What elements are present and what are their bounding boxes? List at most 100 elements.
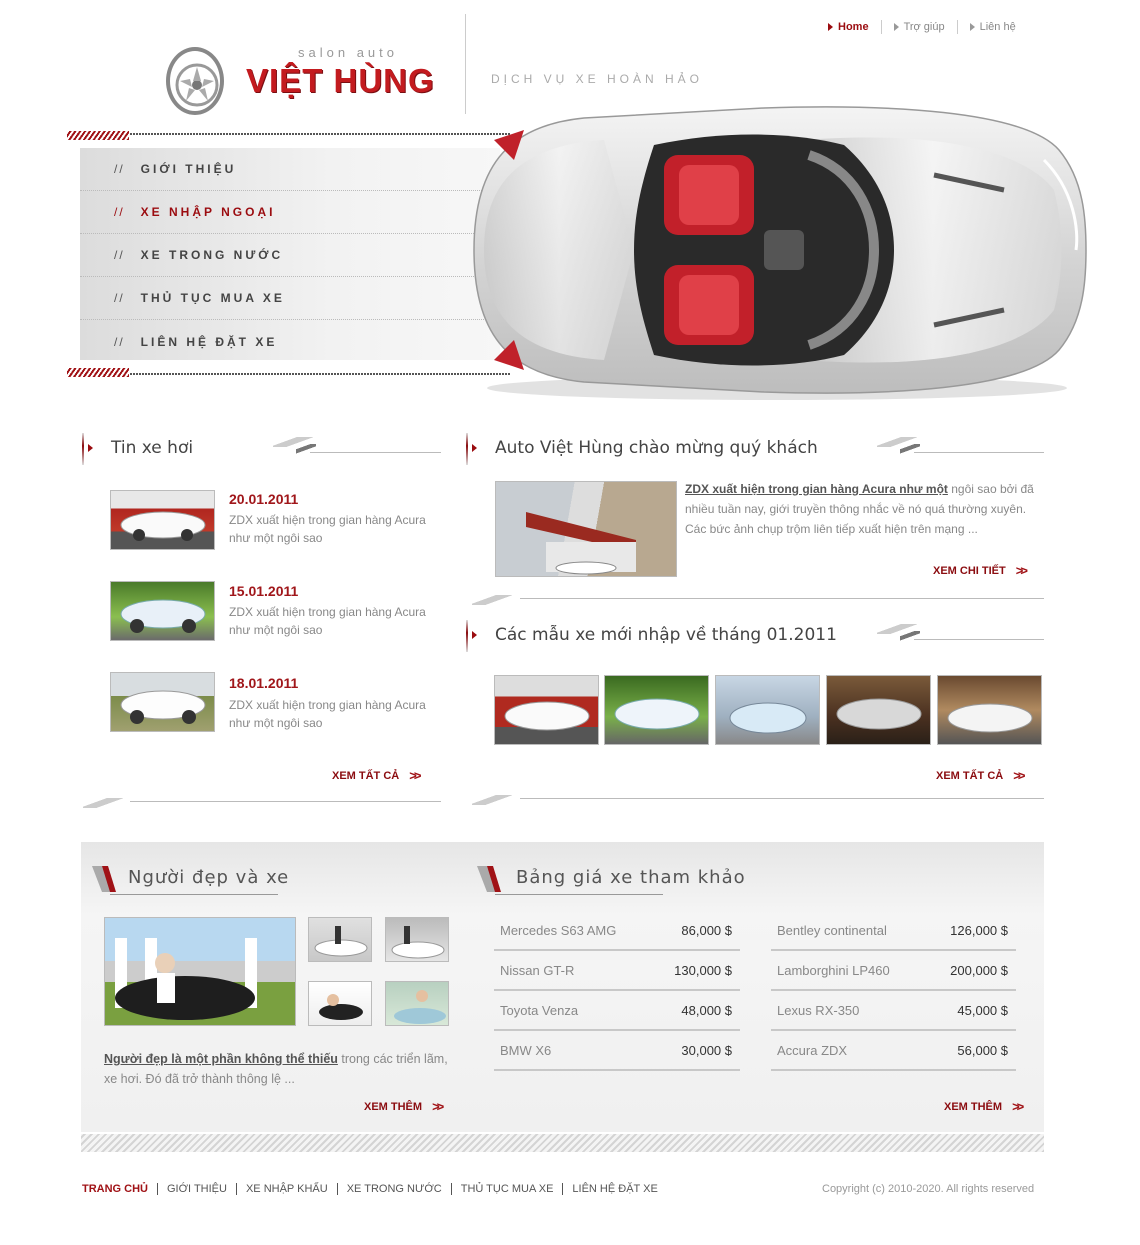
beauty-more-link[interactable]: XEM THÊM >>	[364, 1099, 444, 1114]
news-summary: ZDX xuất hiện trong gian hàng Acura như …	[229, 698, 426, 730]
footer-link-domestic[interactable]: XE TRONG NƯỚC	[336, 1183, 451, 1195]
beauty-thumbnail[interactable]	[308, 917, 372, 962]
price-row[interactable]: Nissan GT-R 130,000 $	[494, 951, 740, 991]
news-summary: ZDX xuất hiện trong gian hàng Acura như …	[229, 605, 426, 637]
footer-link-order[interactable]: LIÊN HỆ ĐẶT XE	[562, 1183, 666, 1195]
menu-item-domestic[interactable]: //XE TRONG NƯỚC	[80, 234, 500, 277]
header-divider	[465, 14, 466, 114]
footer-link-procedure[interactable]: THỦ TỤC MUA XE	[450, 1183, 563, 1195]
section-divider	[520, 798, 1044, 799]
footer-link-home[interactable]: TRANG CHỦ	[82, 1183, 157, 1195]
new-models-view-all-link[interactable]: XEM TẤT CẢ >>	[936, 768, 1025, 783]
double-chevron-icon: >>	[1013, 768, 1025, 783]
model-thumbnail[interactable]	[826, 675, 931, 745]
menu-divider-top	[130, 133, 510, 135]
section-divider	[83, 798, 123, 808]
section-divider	[520, 598, 1044, 599]
price-row[interactable]: Lexus RX-350 45,000 $	[771, 991, 1016, 1031]
news-date[interactable]: 18.01.2011	[229, 675, 298, 691]
arrow-right-icon	[893, 23, 899, 31]
price-table-left: Mercedes S63 AMG 86,000 $ Nissan GT-R 130,…	[494, 911, 740, 1071]
logo-subtitle: salon auto	[298, 45, 398, 60]
beauty-thumbnail[interactable]	[385, 981, 449, 1026]
beauty-text: Người đẹp là một phần không thể thiếu tr…	[104, 1052, 448, 1086]
title-rule	[310, 452, 441, 453]
price-row[interactable]: Accura ZDX 56,000 $	[771, 1031, 1016, 1071]
news-summary: ZDX xuất hiện trong gian hàng Acura như …	[229, 513, 426, 545]
beauty-article-link[interactable]: Người đẹp là một phần không thể thiếu	[104, 1052, 338, 1066]
section-marker	[466, 620, 468, 652]
welcome-image[interactable]	[495, 481, 677, 577]
model-thumbnail[interactable]	[937, 675, 1042, 745]
price-row[interactable]: Toyota Venza 48,000 $	[494, 991, 740, 1031]
new-models-title: Các mẫu xe mới nhập về tháng 01.2011	[495, 625, 837, 645]
prices-more-link[interactable]: XEM THÊM >>	[944, 1099, 1024, 1114]
tagline: DỊCH VỤ XE HOÀN HẢO	[491, 72, 704, 86]
copyright: Copyright (c) 2010-2020. All rights rese…	[822, 1183, 1035, 1195]
beauty-thumbnail[interactable]	[385, 917, 449, 962]
double-chevron-icon: >>	[409, 768, 421, 783]
arrow-right-icon	[472, 631, 477, 639]
price-table-right: Bentley continental 126,000 $ Lamborghini…	[771, 911, 1016, 1071]
price-row[interactable]: Bentley continental 126,000 $	[771, 911, 1016, 951]
section-divider	[130, 801, 441, 802]
title-rule	[495, 894, 663, 895]
beauty-main-image[interactable]	[104, 917, 296, 1026]
footer-nav: TRANG CHỦ GIỚI THIỆU XE NHẬP KHẨU XE TRO…	[82, 1183, 667, 1195]
beauty-title: Người đẹp và xe	[128, 867, 290, 888]
main-menu: //GIỚI THIỆU //XE NHẬP NGOẠI //XE TRONG …	[80, 148, 500, 360]
price-row[interactable]: Mercedes S63 AMG 86,000 $	[494, 911, 740, 951]
model-thumbnail[interactable]	[604, 675, 709, 745]
menu-item-procedure[interactable]: //THỦ TỤC MUA XE	[80, 277, 500, 320]
model-thumbnail[interactable]	[494, 675, 599, 745]
section-marker	[82, 433, 84, 465]
menu-item-order[interactable]: //LIÊN HỆ ĐẶT XE	[80, 320, 500, 363]
section-divider	[472, 795, 512, 805]
footer-link-about[interactable]: GIỚI THIỆU	[157, 1183, 236, 1195]
news-thumbnail[interactable]	[110, 581, 215, 641]
double-chevron-icon: >>	[432, 1099, 444, 1114]
news-date[interactable]: 20.01.2011	[229, 491, 298, 507]
model-thumbnail[interactable]	[715, 675, 820, 745]
logo-wheel-icon[interactable]	[166, 47, 224, 115]
price-row[interactable]: BMW X6 30,000 $	[494, 1031, 740, 1071]
menu-divider-bottom	[130, 373, 510, 375]
news-thumbnail[interactable]	[110, 672, 215, 732]
title-rule	[914, 452, 1044, 453]
welcome-title: Auto Việt Hùng chào mừng quý khách	[495, 438, 818, 458]
arrow-right-icon	[88, 444, 93, 452]
section-divider	[472, 595, 512, 605]
double-chevron-icon: >>	[1015, 563, 1028, 578]
double-chevron-icon: >>	[1012, 1099, 1024, 1114]
title-rule	[914, 639, 1044, 640]
menu-item-about[interactable]: //GIỚI THIỆU	[80, 148, 500, 191]
slash-title-icon	[475, 864, 505, 894]
menu-item-imported[interactable]: //XE NHẬP NGOẠI	[80, 191, 500, 234]
arrow-right-icon	[828, 23, 833, 31]
news-thumbnail[interactable]	[110, 490, 215, 550]
price-title: Bảng giá xe tham khảo	[516, 867, 746, 888]
beauty-thumbnail[interactable]	[308, 981, 372, 1026]
news-view-all-link[interactable]: XEM TẤT CẢ >>	[332, 768, 421, 783]
arrow-right-icon	[472, 444, 477, 452]
slash-title-icon	[90, 864, 120, 894]
welcome-text: ZDX xuất hiện trong gian hàng Acura như …	[685, 482, 1034, 536]
section-marker	[466, 433, 468, 465]
menu-stripe-top	[67, 131, 129, 140]
welcome-read-more-link[interactable]: XEM CHI TIẾT >>	[933, 563, 1028, 578]
top-nav-help[interactable]: Trợ giúp	[880, 20, 957, 34]
news-date[interactable]: 15.01.2011	[229, 583, 298, 599]
top-nav-contact[interactable]: Liên hệ	[956, 20, 1028, 34]
top-nav: Home Trợ giúp Liên hệ	[828, 20, 1028, 34]
news-title: Tin xe hơi	[111, 438, 194, 458]
welcome-article-link[interactable]: ZDX xuất hiện trong gian hàng Acura như …	[685, 482, 948, 496]
menu-stripe-bottom	[67, 368, 129, 377]
title-rule	[110, 894, 278, 895]
footer-link-imported[interactable]: XE NHẬP KHẨU	[235, 1183, 337, 1195]
price-row[interactable]: Lamborghini LP460 200,000 $	[771, 951, 1016, 991]
logo-title[interactable]: VIỆT HÙNG	[246, 62, 435, 100]
footer-stripe	[81, 1134, 1044, 1152]
top-nav-home[interactable]: Home	[828, 20, 881, 34]
arrow-right-icon	[969, 23, 975, 31]
hero-car-image	[464, 100, 1090, 405]
